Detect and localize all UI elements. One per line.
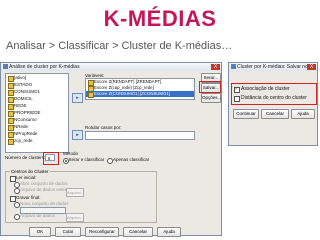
save-help-button[interactable]: Ajuda xyxy=(291,109,315,119)
write-final-label: Gravar final: xyxy=(16,195,41,200)
ok-button[interactable]: OK xyxy=(29,227,51,237)
variable-item[interactable]: NRede xyxy=(6,123,68,131)
variable-item[interactable]: NPropRede xyxy=(6,130,68,138)
num-clusters-label: Número de clusters: xyxy=(5,155,46,160)
variable-item[interactable]: REDE xyxy=(6,102,68,110)
save-options-highlight xyxy=(231,83,317,105)
options-button[interactable]: Opções... xyxy=(201,93,221,103)
method-classify-label: Apenas classificar xyxy=(113,157,150,162)
cluster-centers-group: Centros do Cluster Ler inicial: Abrir co… xyxy=(5,169,157,223)
external-file-label: Arquivo de dados externo xyxy=(20,187,72,192)
save-cancel-button[interactable]: Cancelar xyxy=(261,109,289,119)
read-initial-label: Ler inicial: xyxy=(16,175,37,180)
app-icon xyxy=(3,64,8,69)
continue-button[interactable]: Continuar xyxy=(233,109,259,119)
paste-button[interactable]: Colar xyxy=(55,227,81,237)
kmeans-dialog-titlebar: Análise de cluster por K-médias X xyxy=(1,63,221,71)
write-file-button[interactable]: Arquivo... xyxy=(66,213,84,222)
variable-item[interactable]: NConsumo xyxy=(6,116,68,124)
cluster-centers-title: Centros do Cluster xyxy=(10,169,50,174)
reset-button[interactable]: Reconfigurar xyxy=(85,227,119,237)
kmeans-dialog-title: Análise de cluster por K-médias xyxy=(9,64,80,70)
label-cases-field[interactable] xyxy=(85,131,195,140)
move-to-label-button[interactable]: ▸ xyxy=(72,130,83,140)
variable-item[interactable]: PROPRIEDE xyxy=(6,109,68,117)
save-dialog: Cluster por K-médias: Salvar no... X Ass… xyxy=(228,62,318,146)
new-dataset-label: Novo conjunto de dados xyxy=(20,201,69,206)
method-iterate-label: Iterar e classificar xyxy=(69,157,105,162)
help-button[interactable]: Ajuda xyxy=(157,227,181,237)
menu-path: Analisar > Classificar > Cluster de K-mé… xyxy=(6,40,233,52)
read-file-button[interactable]: Arquivo... xyxy=(66,188,84,197)
label-cases-by-label: Rotular casos por: xyxy=(85,125,122,130)
save-dialog-title: Cluster por K-médias: Salvar no... xyxy=(237,64,313,70)
source-variable-list[interactable]: [ativo] ESTADO CONSUMO1 DOMICIL REDE PRO… xyxy=(5,73,69,153)
save-dialog-titlebar: Cluster por K-médias: Salvar no... X xyxy=(229,63,317,71)
variable-item[interactable]: CONSUMO1 xyxy=(6,88,68,96)
num-clusters-highlight xyxy=(43,152,59,165)
app-icon xyxy=(231,64,236,69)
open-dataset-label: Abrir conjunto de dados xyxy=(20,181,68,186)
selected-variable-item[interactable]: Escore Z(CONSUMO1) [ZCONSUMO1] xyxy=(86,91,194,98)
save-button-highlight xyxy=(199,81,221,93)
slide-title: K-MÉDIAS xyxy=(103,6,217,31)
variable-item[interactable]: ESTADO xyxy=(6,81,68,89)
close-icon[interactable]: X xyxy=(211,64,220,70)
move-to-variables-button[interactable]: ▸ xyxy=(72,93,83,103)
cancel-button[interactable]: Cancelar xyxy=(123,227,153,237)
selected-variables-list[interactable]: Escore Z(RENDAPT) [ZRENDAPT] Escore Z(ca… xyxy=(85,78,195,100)
variable-item[interactable]: DOMICIL xyxy=(6,95,68,103)
variable-item[interactable]: zcp_rede xyxy=(6,137,68,145)
variable-item[interactable]: [ativo] xyxy=(6,74,68,82)
method-label: Método xyxy=(63,151,79,156)
slide-subtitle: Analisar > Classificar > Cluster de K-mé… xyxy=(6,40,232,52)
data-file-label: Arquivo de dados xyxy=(20,213,56,218)
close-icon[interactable]: X xyxy=(307,64,316,70)
kmeans-dialog: Análise de cluster por K-médias X [ativo… xyxy=(0,62,222,237)
